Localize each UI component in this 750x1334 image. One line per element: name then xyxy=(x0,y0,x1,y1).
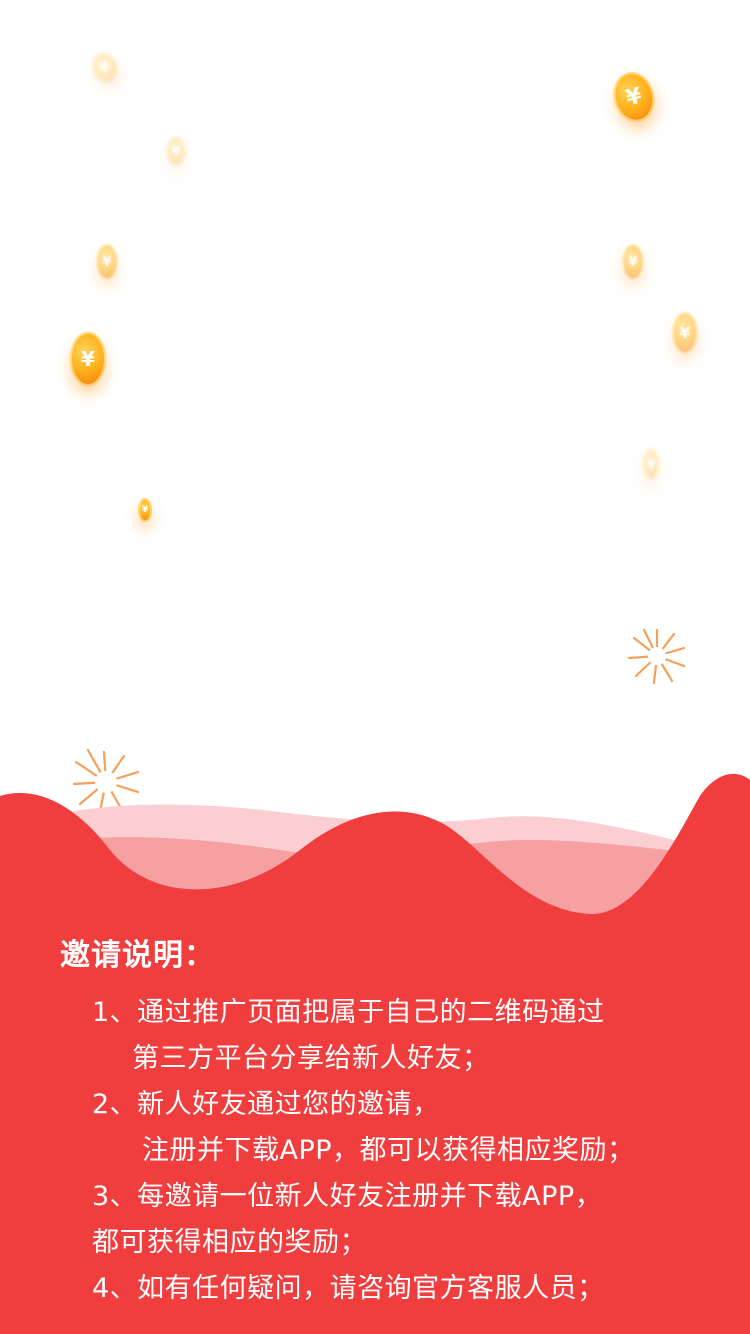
instruction-line: 注册并下载APP，都可以获得相应奖励； xyxy=(142,1135,635,1166)
instruction-line: 1、通过推广页面把属于自己的二维码通过 xyxy=(92,997,605,1028)
coin-icon: ¥ xyxy=(138,498,152,522)
coin-icon: ¥ xyxy=(608,67,660,127)
coin-icon: ¥ xyxy=(87,48,123,88)
coin-symbol: ¥ xyxy=(141,505,149,515)
coin-icon: ¥ xyxy=(166,136,186,166)
coin-icon: ¥ xyxy=(70,332,106,386)
coin-symbol: ¥ xyxy=(81,347,95,371)
coin-symbol: ¥ xyxy=(628,254,638,270)
coin-symbol: ¥ xyxy=(102,254,112,270)
firework-icon xyxy=(627,628,686,685)
invite-page: ¥ ¥ ¥ ¥ ¥ ¥ ¥ ¥ ¥ 邀请说明： 1、通过推广页面把属于自己的二维… xyxy=(0,0,750,1334)
instruction-line: 4、如有任何疑问，请咨询官方客服人员； xyxy=(92,1273,605,1304)
coin-symbol: ¥ xyxy=(97,58,113,78)
coin-symbol: ¥ xyxy=(623,82,645,112)
coin-symbol: ¥ xyxy=(647,457,655,471)
coin-icon: ¥ xyxy=(672,312,698,354)
instruction-line: 第三方平台分享给新人好友； xyxy=(132,1043,490,1074)
coin-symbol: ¥ xyxy=(171,144,181,158)
instruction-line: 都可获得相应的奖励； xyxy=(92,1227,367,1258)
coin-icon: ¥ xyxy=(622,244,644,280)
coin-icon: ¥ xyxy=(96,244,118,280)
instructions-title: 邀请说明： xyxy=(60,938,215,973)
coin-symbol: ¥ xyxy=(679,324,691,342)
instruction-line: 2、新人好友通过您的邀请， xyxy=(92,1089,440,1120)
coin-icon: ¥ xyxy=(642,448,660,480)
instruction-line: 3、每邀请一位新人好友注册并下载APP， xyxy=(92,1181,603,1212)
